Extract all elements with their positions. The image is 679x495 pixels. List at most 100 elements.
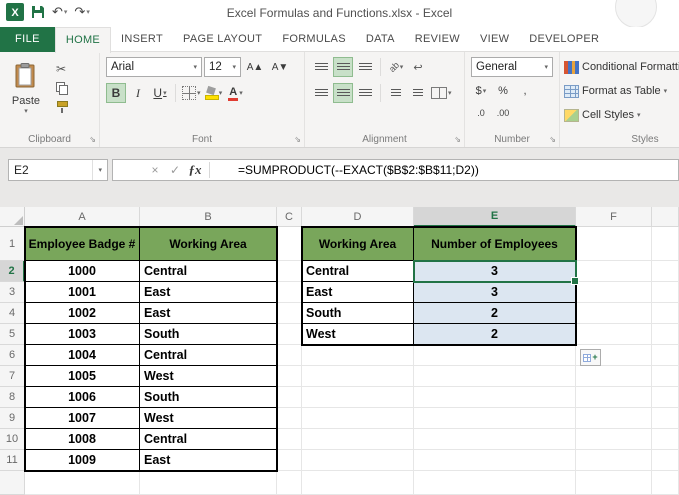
decrease-decimal-button[interactable]: .00 xyxy=(493,103,513,123)
column-header-e[interactable]: E xyxy=(414,207,576,227)
underline-button[interactable]: U ▾ xyxy=(150,83,170,103)
cell-empty[interactable] xyxy=(576,282,652,303)
cell-empty[interactable] xyxy=(277,324,302,345)
cell-empty[interactable] xyxy=(652,261,679,282)
tab-formulas[interactable]: FORMULAS xyxy=(272,27,356,51)
cell-empty[interactable] xyxy=(576,471,652,495)
cell-A10[interactable]: 1008 xyxy=(25,429,140,450)
cell-empty[interactable] xyxy=(576,324,652,345)
row-header-blank[interactable] xyxy=(0,471,25,495)
cell-empty[interactable] xyxy=(652,303,679,324)
cell-empty[interactable] xyxy=(277,282,302,303)
cell-empty[interactable] xyxy=(414,429,576,450)
cell-A11[interactable]: 1009 xyxy=(25,450,140,471)
cell-B5[interactable]: South xyxy=(140,324,277,345)
formula-text[interactable]: =SUMPRODUCT(--EXACT($B$2:$B$11;D2)) xyxy=(238,163,479,177)
cell-empty[interactable] xyxy=(25,471,140,495)
cell-B9[interactable]: West xyxy=(140,408,277,429)
dialog-launcher-icon[interactable]: ⇘ xyxy=(89,135,96,144)
cell-A1[interactable]: Employee Badge # xyxy=(25,227,140,261)
column-header-f[interactable]: F xyxy=(576,207,652,227)
cell-empty[interactable] xyxy=(652,366,679,387)
select-all-corner[interactable] xyxy=(0,207,25,227)
align-left-button[interactable] xyxy=(311,83,331,103)
fill-color-button[interactable]: ▾ xyxy=(204,83,224,103)
tab-page-layout[interactable]: PAGE LAYOUT xyxy=(173,27,272,51)
cell-empty[interactable] xyxy=(414,408,576,429)
cell-empty[interactable] xyxy=(302,408,414,429)
cell-B10[interactable]: Central xyxy=(140,429,277,450)
wrap-text-button[interactable]: ↩ xyxy=(408,57,428,77)
column-header-blank[interactable] xyxy=(652,207,679,227)
cell-A6[interactable]: 1004 xyxy=(25,345,140,366)
align-bottom-button[interactable] xyxy=(355,57,375,77)
cell-A8[interactable]: 1006 xyxy=(25,387,140,408)
increase-decimal-button[interactable]: .0 xyxy=(471,103,491,123)
cell-D2[interactable]: Central xyxy=(302,261,414,282)
cell-styles-button[interactable]: Cell Styles ▾ xyxy=(564,105,640,125)
cell-E1[interactable]: Number of Employees xyxy=(414,227,576,261)
cell-D1[interactable]: Working Area xyxy=(302,227,414,261)
fill-handle[interactable] xyxy=(571,277,579,285)
cell-empty[interactable] xyxy=(652,345,679,366)
orientation-button[interactable]: ab ▾ xyxy=(386,57,406,77)
cell-empty[interactable] xyxy=(277,408,302,429)
row-header-8[interactable]: 8 xyxy=(0,387,25,408)
align-right-button[interactable] xyxy=(355,83,375,103)
tab-insert[interactable]: INSERT xyxy=(111,27,173,51)
tab-view[interactable]: VIEW xyxy=(470,27,519,51)
cell-empty[interactable] xyxy=(576,227,652,261)
row-header-4[interactable]: 4 xyxy=(0,303,25,324)
cell-empty[interactable] xyxy=(576,429,652,450)
cell-A5[interactable]: 1003 xyxy=(25,324,140,345)
cell-empty[interactable] xyxy=(302,387,414,408)
cut-button[interactable]: ✂ xyxy=(56,60,76,77)
cancel-button[interactable]: × xyxy=(145,163,165,177)
align-middle-button[interactable] xyxy=(333,57,353,77)
cell-empty[interactable] xyxy=(414,345,576,366)
cell-empty[interactable] xyxy=(302,471,414,495)
cell-empty[interactable] xyxy=(277,387,302,408)
decrease-font-size-button[interactable]: A▼ xyxy=(270,57,290,77)
accounting-format-button[interactable]: $ ▾ xyxy=(471,81,491,101)
excel-app-icon[interactable]: X xyxy=(6,3,24,21)
insert-function-button[interactable]: ƒx xyxy=(185,162,205,178)
align-top-button[interactable] xyxy=(311,57,331,77)
tab-home[interactable]: HOME xyxy=(54,27,112,53)
align-center-button[interactable] xyxy=(333,83,353,103)
enter-button[interactable]: ✓ xyxy=(165,163,185,177)
decrease-indent-button[interactable] xyxy=(386,83,406,103)
column-header-b[interactable]: B xyxy=(140,207,277,227)
cell-A9[interactable]: 1007 xyxy=(25,408,140,429)
row-header-9[interactable]: 9 xyxy=(0,408,25,429)
merge-center-button[interactable]: ▾ xyxy=(430,83,453,103)
cell-empty[interactable] xyxy=(576,303,652,324)
increase-font-size-button[interactable]: A▲ xyxy=(245,57,265,77)
cell-B4[interactable]: East xyxy=(140,303,277,324)
cell-B6[interactable]: Central xyxy=(140,345,277,366)
font-name-combobox[interactable]: Arial ▾ xyxy=(106,57,202,77)
cell-empty[interactable] xyxy=(302,429,414,450)
row-header-3[interactable]: 3 xyxy=(0,282,25,303)
cell-empty[interactable] xyxy=(652,227,679,261)
cell-empty[interactable] xyxy=(277,345,302,366)
copy-button[interactable] xyxy=(56,79,76,96)
tab-data[interactable]: DATA xyxy=(356,27,405,51)
number-format-combobox[interactable]: General ▾ xyxy=(471,57,553,77)
paste-button[interactable]: Paste ▾ xyxy=(4,56,48,122)
cell-B11[interactable]: East xyxy=(140,450,277,471)
cell-empty[interactable] xyxy=(277,366,302,387)
formula-bar-field[interactable]: × ✓ ƒx =SUMPRODUCT(--EXACT($B$2:$B$11;D2… xyxy=(112,159,679,181)
cell-E4[interactable]: 2 xyxy=(414,303,576,324)
cell-B2[interactable]: Central xyxy=(140,261,277,282)
comma-style-button[interactable]: , xyxy=(515,81,535,101)
cell-empty[interactable] xyxy=(414,366,576,387)
cell-A7[interactable]: 1005 xyxy=(25,366,140,387)
cell-B3[interactable]: East xyxy=(140,282,277,303)
cell-D5[interactable]: West xyxy=(302,324,414,345)
cell-A3[interactable]: 1001 xyxy=(25,282,140,303)
row-header-5[interactable]: 5 xyxy=(0,324,25,345)
tab-review[interactable]: REVIEW xyxy=(405,27,470,51)
cell-empty[interactable] xyxy=(652,429,679,450)
tab-developer[interactable]: DEVELOPER xyxy=(519,27,609,51)
